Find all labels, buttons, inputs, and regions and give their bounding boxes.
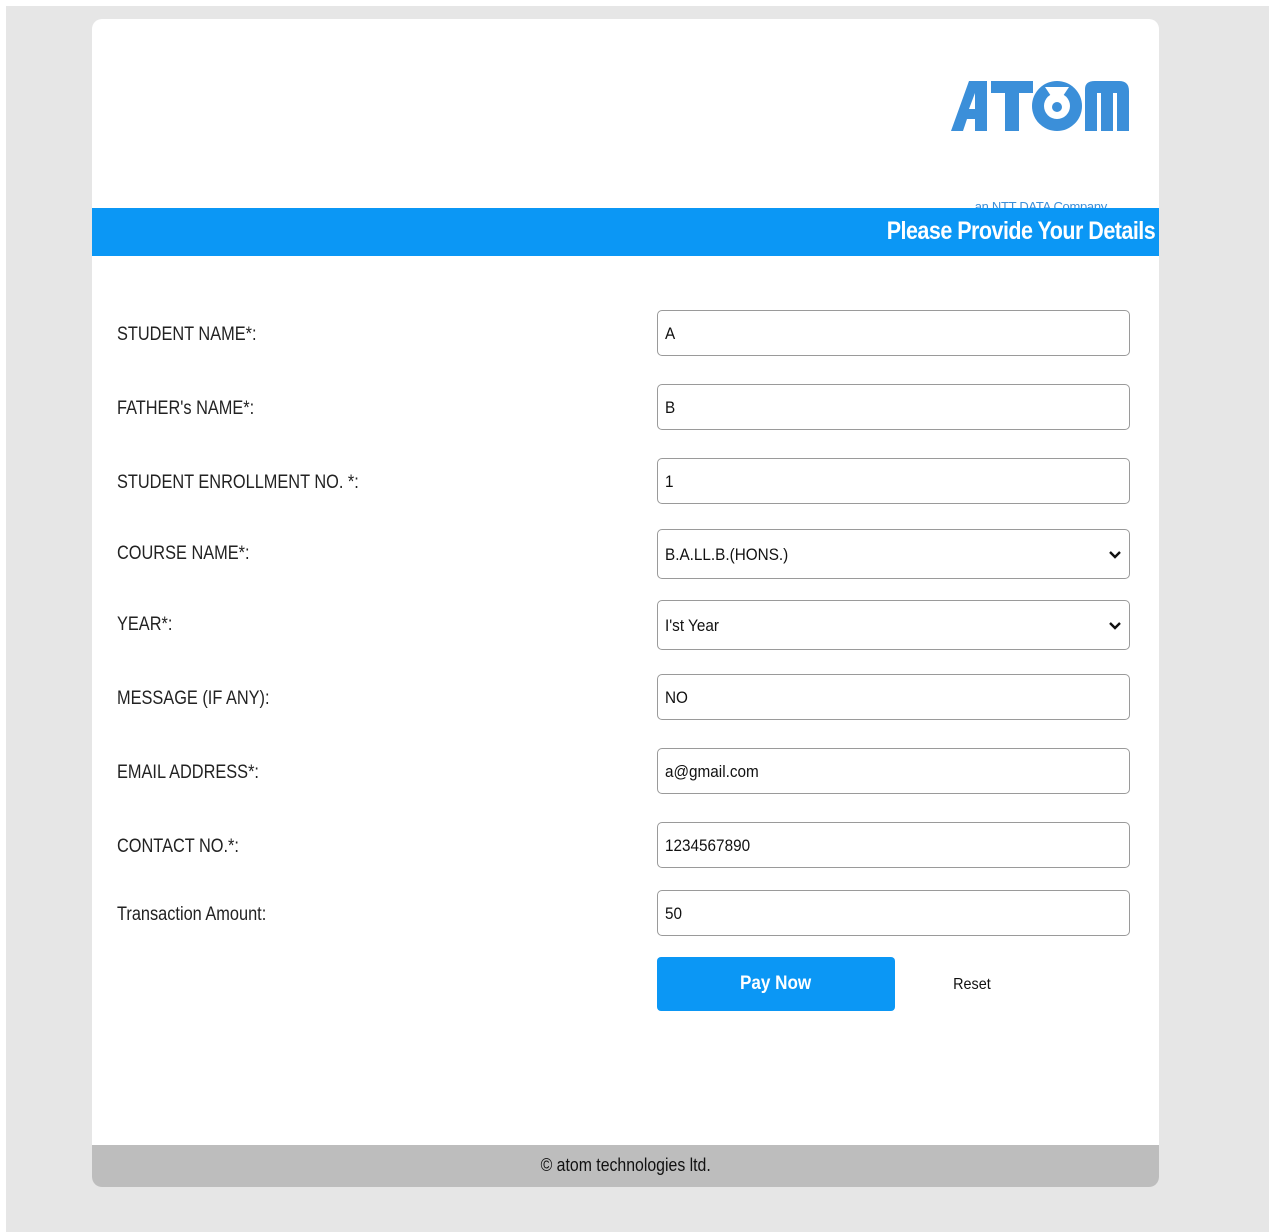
form-row-year: YEAR*: I'st Year (92, 600, 1159, 650)
year-label: YEAR*: (117, 614, 173, 635)
transaction-amount-label: Transaction Amount: (117, 904, 267, 925)
contact-label: CONTACT NO.*: (117, 836, 239, 857)
enrollment-no-label: STUDENT ENROLLMENT NO. *: (117, 472, 359, 493)
details-banner: Please Provide Your Details (92, 208, 1159, 256)
course-name-label: COURSE NAME*: (117, 543, 250, 564)
form-row-email: EMAIL ADDRESS*: a@gmail.com (92, 748, 1159, 798)
student-name-label: STUDENT NAME*: (117, 324, 257, 345)
chevron-down-icon (1109, 551, 1121, 559)
father-name-input[interactable]: B (657, 384, 1130, 430)
reset-button[interactable]: Reset (932, 975, 1012, 995)
message-input[interactable]: NO (657, 674, 1130, 720)
atom-logo-icon (951, 81, 1129, 131)
message-label: MESSAGE (IF ANY): (117, 688, 270, 709)
form-row-message: MESSAGE (IF ANY): NO (92, 674, 1159, 724)
year-select[interactable]: I'st Year (657, 600, 1130, 650)
payment-form-card: an NTT DATA Company Please Provide Your … (92, 19, 1159, 1187)
student-name-input[interactable]: A (657, 310, 1130, 356)
enrollment-no-input[interactable]: 1 (657, 458, 1130, 504)
banner-title: Please Provide Your Details (886, 217, 1156, 245)
form-row-father-name: FATHER's NAME*: B (92, 384, 1159, 434)
contact-input[interactable]: 1234567890 (657, 822, 1130, 868)
transaction-amount-input[interactable]: 50 (657, 890, 1130, 936)
form-row-student-name: STUDENT NAME*: A (92, 310, 1159, 360)
course-name-select[interactable]: B.A.LL.B.(HONS.) (657, 529, 1130, 579)
form-row-contact: CONTACT NO.*: 1234567890 (92, 822, 1159, 872)
form-row-enrollment-no: STUDENT ENROLLMENT NO. *: 1 (92, 458, 1159, 508)
footer: © atom technologies ltd. (92, 1145, 1159, 1187)
email-input[interactable]: a@gmail.com (657, 748, 1130, 794)
form-row-course-name: COURSE NAME*: B.A.LL.B.(HONS.) (92, 529, 1159, 579)
form-row-transaction-amount: Transaction Amount: 50 (92, 890, 1159, 940)
chevron-down-icon (1109, 622, 1121, 630)
footer-copyright: © atom technologies ltd. (540, 1155, 711, 1175)
pay-now-button[interactable]: Pay Now (657, 957, 895, 1011)
atom-logo: an NTT DATA Company (943, 79, 1133, 214)
email-label: EMAIL ADDRESS*: (117, 762, 259, 783)
father-name-label: FATHER's NAME*: (117, 398, 255, 419)
